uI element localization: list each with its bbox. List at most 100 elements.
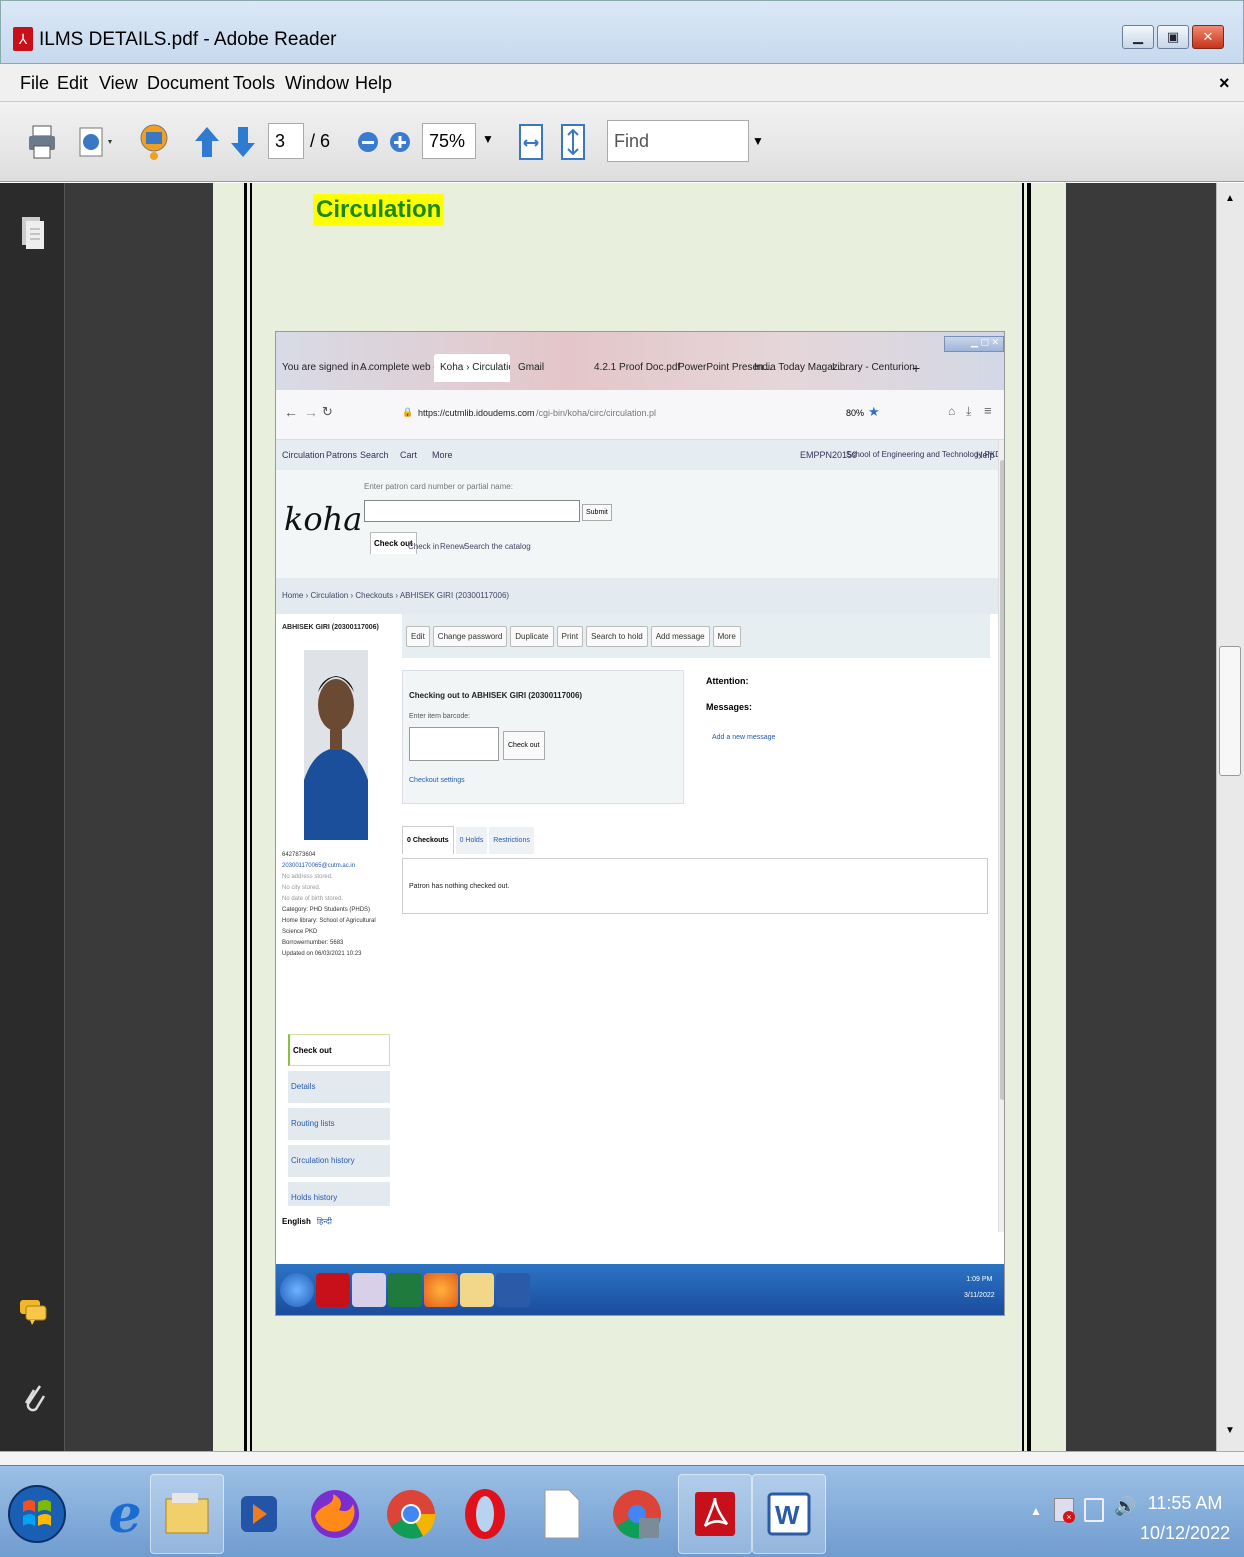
menu-view[interactable]: View	[99, 73, 138, 94]
page-zoom[interactable]: 80%	[846, 408, 864, 418]
menu-document[interactable]: Document	[147, 73, 229, 94]
previous-page-icon[interactable]	[192, 124, 222, 160]
firefox-icon[interactable]	[298, 1474, 372, 1554]
collaborate-icon[interactable]	[134, 120, 174, 164]
barcode-input[interactable]	[409, 727, 499, 761]
inner-paint-icon[interactable]	[352, 1273, 386, 1307]
back-icon[interactable]: ←	[284, 404, 298, 420]
menu-window[interactable]: Window	[285, 73, 349, 94]
inner-word-icon[interactable]	[496, 1273, 530, 1307]
file-explorer-icon[interactable]	[150, 1474, 224, 1554]
edit-button[interactable]: Edit	[406, 626, 430, 647]
change-password-button[interactable]: Change password	[432, 626, 508, 647]
fit-page-icon[interactable]	[556, 122, 590, 162]
blank-document-icon[interactable]	[524, 1474, 598, 1554]
tab-check-in[interactable]: Check in	[408, 542, 439, 551]
print-icon[interactable]	[26, 122, 58, 162]
lang-english[interactable]: English	[282, 1217, 311, 1226]
create-pdf-icon[interactable]	[74, 122, 118, 162]
reload-icon[interactable]: ↻	[322, 404, 333, 420]
tab-search-catalog[interactable]: Search the catalog	[464, 542, 531, 551]
find-dropdown-icon[interactable]: ▼	[752, 134, 764, 148]
add-message-button[interactable]: Add message	[650, 626, 710, 647]
nav-patrons[interactable]: Patrons	[326, 450, 357, 460]
comments-icon[interactable]	[18, 1296, 48, 1331]
browser-tab[interactable]: You are signed in ...	[282, 354, 370, 382]
browser-tab[interactable]: 4.2.1 Proof Doc.pdf	[594, 354, 680, 382]
pocket-icon[interactable]: ⌂	[948, 404, 955, 418]
close-document-icon[interactable]: ×	[1219, 73, 1230, 94]
browser-scroll-thumb[interactable]	[1000, 460, 1004, 1100]
more-button[interactable]: More	[712, 626, 741, 647]
page-number-input[interactable]: 3	[268, 123, 304, 159]
duplicate-button[interactable]: Duplicate	[510, 626, 554, 647]
chrome-icon[interactable]	[374, 1474, 448, 1554]
tab-restrictions[interactable]: Restrictions	[489, 827, 534, 854]
browser-tab[interactable]: Gmail	[518, 354, 544, 382]
check-out-button[interactable]: Check out	[503, 731, 545, 760]
nav-circulation[interactable]: Circulation	[282, 450, 325, 460]
bookmark-star-icon[interactable]: ★	[868, 404, 880, 420]
zoom-out-icon[interactable]	[356, 130, 380, 154]
koha-logo[interactable]: koha	[284, 500, 362, 538]
inner-start-icon[interactable]	[280, 1273, 314, 1307]
scroll-down-icon[interactable]: ▼	[1225, 1425, 1235, 1436]
menu-edit[interactable]: Edit	[57, 73, 88, 94]
minimize-button[interactable]: ▁	[1122, 25, 1154, 49]
menu-help[interactable]: Help	[355, 73, 392, 94]
menu-file[interactable]: File	[20, 73, 49, 94]
browser-tab[interactable]: Library - Centurion	[832, 354, 915, 382]
menu-tools[interactable]: Tools	[233, 73, 275, 94]
volume-icon[interactable]: 🔊	[1114, 1496, 1136, 1517]
help-link[interactable]: Help	[976, 450, 995, 460]
word-taskbar-icon[interactable]: W	[752, 1474, 826, 1554]
fit-width-icon[interactable]	[514, 122, 548, 162]
opera-icon[interactable]	[448, 1474, 522, 1554]
scroll-up-icon[interactable]: ▲	[1225, 193, 1235, 204]
scroll-thumb[interactable]	[1219, 646, 1241, 776]
inner-excel-icon[interactable]	[388, 1273, 422, 1307]
chrome-profile-icon[interactable]	[600, 1474, 674, 1554]
breadcrumb[interactable]: Home › Circulation › Checkouts › ABHISEK…	[276, 578, 998, 614]
find-input[interactable]: Find	[607, 120, 749, 162]
browser-tab-active[interactable]: Koha › Circulatio	[434, 354, 510, 382]
inner-firefox-icon[interactable]	[424, 1273, 458, 1307]
close-button[interactable]: ✕	[1192, 25, 1224, 49]
forward-icon[interactable]: →	[304, 404, 318, 420]
patron-email[interactable]: 203001170065@cutm.ac.in	[282, 861, 382, 872]
browser-scrollbar[interactable]	[998, 440, 1004, 1232]
adobe-reader-taskbar-icon[interactable]	[678, 1474, 752, 1554]
action-center-icon[interactable]: ×	[1054, 1498, 1075, 1523]
new-tab-icon[interactable]: +	[912, 354, 920, 382]
network-icon[interactable]	[1084, 1498, 1104, 1522]
submit-button[interactable]: Submit	[582, 504, 612, 521]
vertical-scrollbar[interactable]: ▲ ▼	[1216, 183, 1244, 1451]
browser-window-controls[interactable]: ▁ ▢ ✕	[944, 336, 1004, 352]
zoom-dropdown-icon[interactable]: ▼	[482, 132, 494, 146]
inner-explorer-icon[interactable]	[460, 1273, 494, 1307]
sidenav-routing-lists[interactable]: Routing lists	[288, 1108, 390, 1140]
sidenav-circulation-history[interactable]: Circulation history	[288, 1145, 390, 1177]
patron-search-input[interactable]	[364, 500, 580, 522]
show-hidden-icons[interactable]: ▲	[1030, 1504, 1042, 1518]
restore-button[interactable]: ▣	[1157, 25, 1189, 49]
checkout-settings-link[interactable]: Checkout settings	[409, 777, 465, 784]
tab-checkouts[interactable]: 0 Checkouts	[402, 826, 454, 854]
inner-acrobat-icon[interactable]	[316, 1273, 350, 1307]
system-clock[interactable]: 11:55 AM 10/12/2022	[1140, 1488, 1230, 1548]
start-button[interactable]	[0, 1474, 74, 1554]
tab-renew[interactable]: Renew	[440, 542, 465, 551]
url-path[interactable]: /cgi-bin/koha/circ/circulation.pl	[536, 408, 656, 418]
sidenav-details[interactable]: Details	[288, 1071, 390, 1103]
zoom-level-field[interactable]: 75%	[422, 123, 476, 159]
menu-icon[interactable]: ≡	[984, 403, 992, 418]
pages-icon[interactable]	[20, 213, 46, 256]
nav-cart[interactable]: Cart	[400, 450, 417, 460]
media-player-icon[interactable]	[222, 1474, 296, 1554]
attachments-icon[interactable]	[20, 1378, 48, 1427]
nav-more[interactable]: More	[432, 450, 453, 460]
zoom-in-icon[interactable]	[388, 130, 412, 154]
download-icon[interactable]: ⤓	[966, 404, 971, 419]
search-to-hold-button[interactable]: Search to hold	[586, 626, 648, 647]
nav-search[interactable]: Search	[360, 450, 389, 460]
